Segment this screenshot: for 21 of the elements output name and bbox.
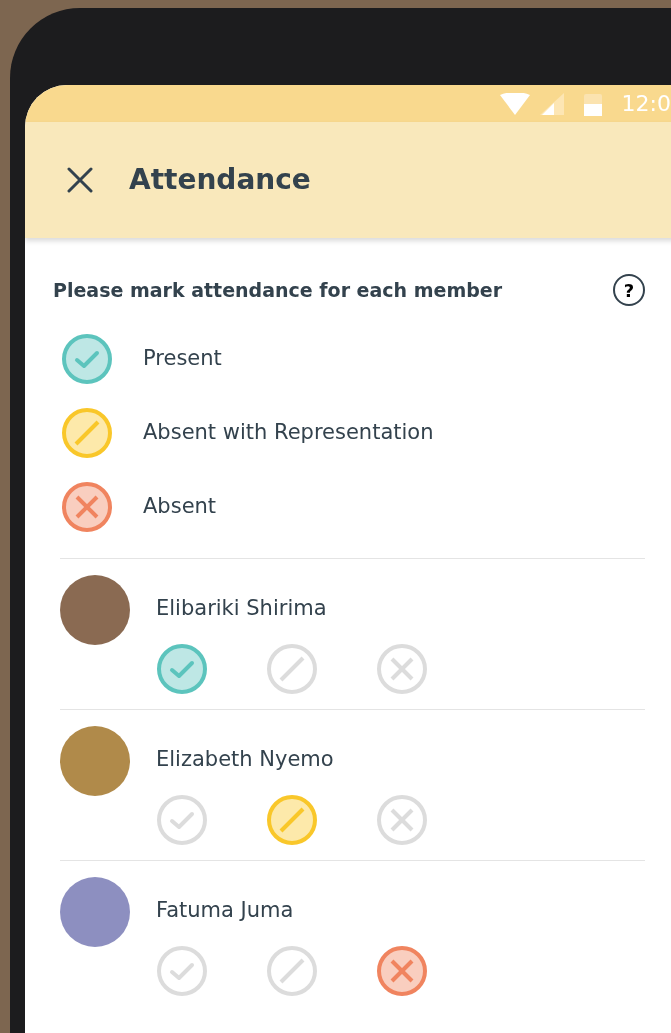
wifi-icon xyxy=(499,92,530,115)
help-button[interactable]: ? xyxy=(613,274,645,306)
screen-title: Attendance xyxy=(129,162,311,198)
battery-icon xyxy=(583,91,602,116)
instruction-text: Please mark attendance for each member xyxy=(53,277,503,303)
close-button[interactable] xyxy=(67,167,93,193)
legend-label: Absent xyxy=(143,493,217,521)
present-status-button[interactable] xyxy=(156,794,208,846)
status-time: 12:0 xyxy=(621,90,671,118)
legend-label: Absent with Representation xyxy=(143,419,434,447)
legend-label: Present xyxy=(143,345,222,373)
excused-status-button[interactable] xyxy=(266,945,318,997)
member-name: Fatuma Juma xyxy=(156,897,294,924)
present-status-button[interactable] xyxy=(156,643,208,695)
absent-status-button[interactable] xyxy=(376,945,428,997)
member-name: Elizabeth Nyemo xyxy=(156,746,334,773)
member-name: Elibariki Shirima xyxy=(156,595,327,622)
signal-icon xyxy=(539,92,564,115)
present-status-button[interactable] xyxy=(156,945,208,997)
excused-status-button[interactable] xyxy=(266,643,318,695)
excused-status-button[interactable] xyxy=(266,794,318,846)
